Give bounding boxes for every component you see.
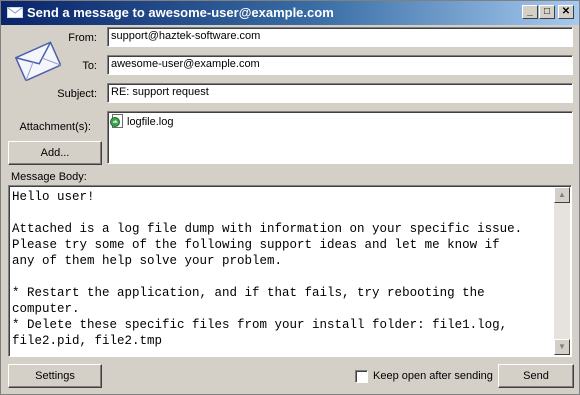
title-bar[interactable]: Send a message to awesome-user@example.c… (1, 1, 579, 25)
scroll-up-arrow-icon[interactable]: ▲ (554, 187, 570, 203)
to-label: To: (82, 60, 97, 72)
attachments-label: Attachment(s): (19, 121, 91, 133)
log-file-icon (110, 114, 123, 128)
from-field[interactable]: support@haztek-software.com (107, 27, 573, 47)
attachments-list[interactable]: logfile.log (107, 111, 573, 164)
keep-open-label[interactable]: Keep open after sending (373, 370, 493, 382)
send-button[interactable]: Send (498, 364, 574, 388)
attachment-name: logfile.log (127, 116, 174, 128)
message-body-text[interactable]: Hello user! Attached is a log file dump … (12, 189, 554, 349)
window-title: Send a message to awesome-user@example.c… (27, 5, 334, 20)
from-label: From: (68, 32, 97, 44)
scroll-down-arrow-icon[interactable]: ▼ (554, 339, 570, 355)
maximize-button[interactable]: □ (539, 5, 555, 19)
keep-open-checkbox[interactable] (355, 370, 368, 383)
close-button[interactable]: ✕ (558, 5, 574, 19)
subject-label: Subject: (57, 88, 97, 100)
add-attachment-button[interactable]: Add... (8, 141, 102, 165)
minimize-button[interactable]: _ (522, 5, 538, 19)
message-body-textarea[interactable]: Hello user! Attached is a log file dump … (8, 185, 572, 357)
to-field[interactable]: awesome-user@example.com (107, 55, 573, 75)
message-body-label: Message Body: (11, 171, 87, 183)
subject-field[interactable]: RE: support request (107, 83, 573, 103)
settings-button[interactable]: Settings (8, 364, 102, 388)
vertical-scrollbar[interactable]: ▲ ▼ (554, 187, 570, 355)
send-message-window: Send a message to awesome-user@example.c… (0, 0, 580, 395)
envelope-icon (7, 7, 23, 18)
attachment-item[interactable]: logfile.log (110, 114, 173, 128)
